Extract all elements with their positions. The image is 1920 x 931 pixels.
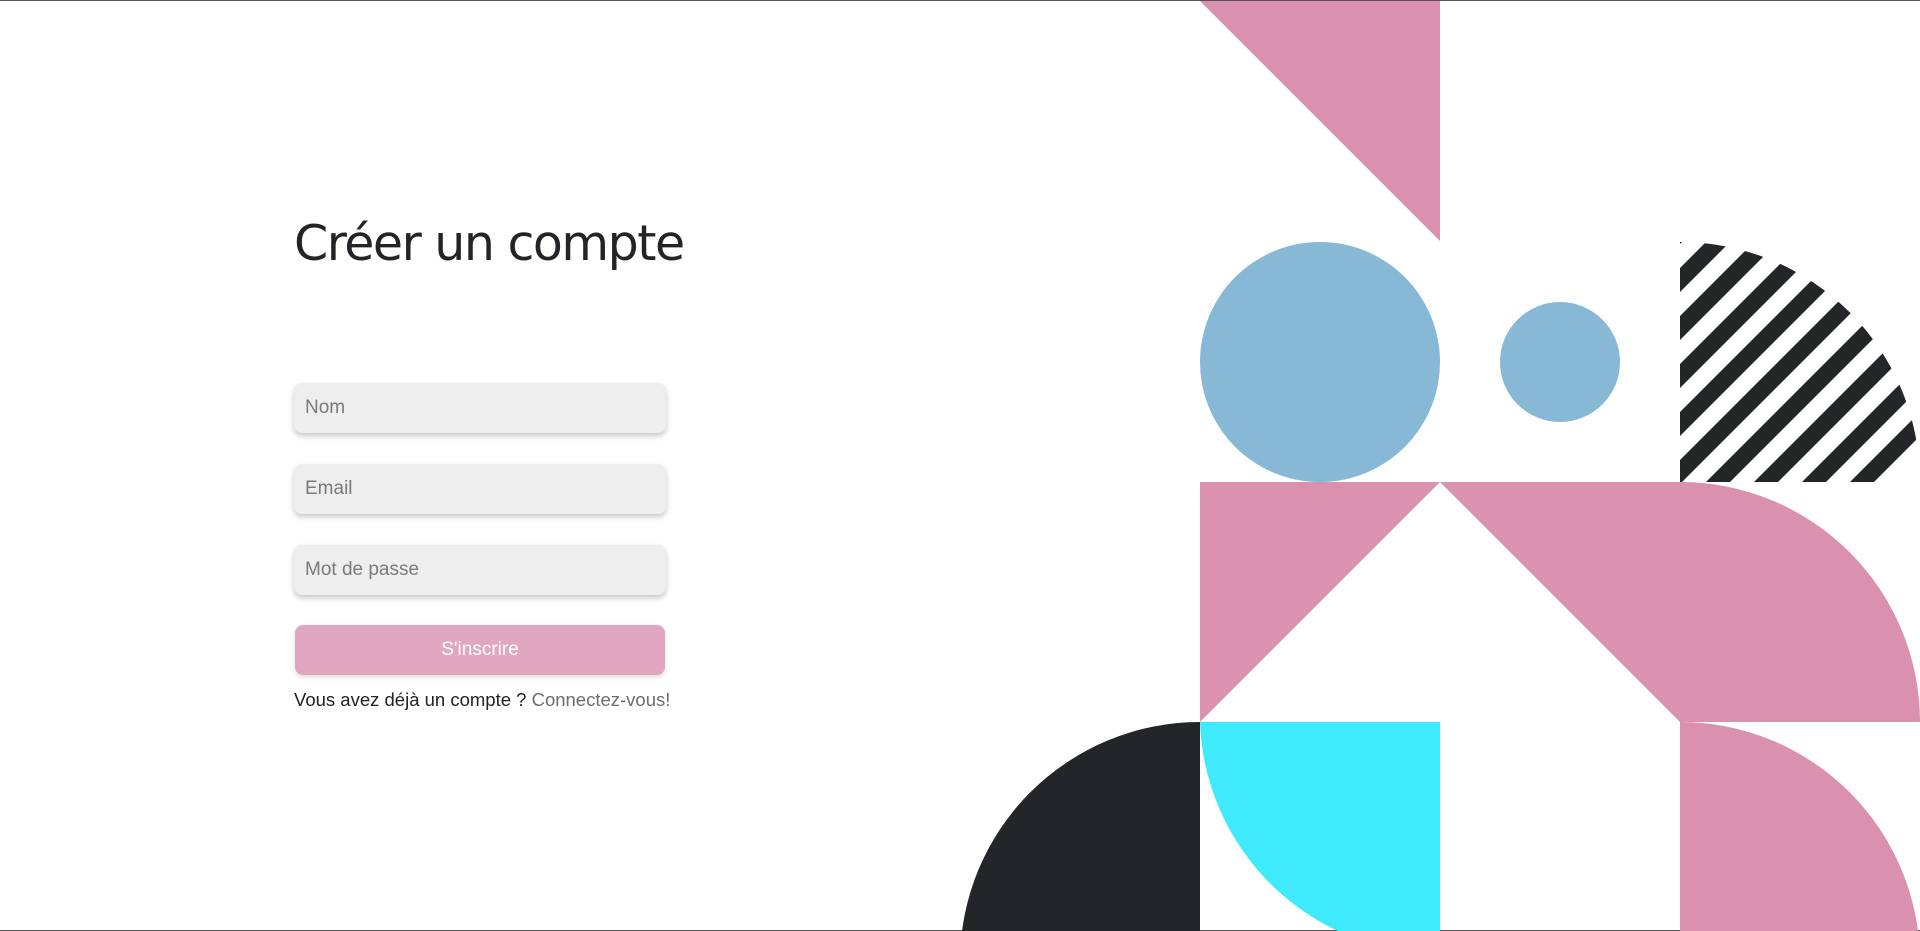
login-link[interactable]: Connectez-vous! <box>532 689 671 710</box>
geometric-illustration <box>962 1 1920 931</box>
pink-quarter-circle-right <box>1680 482 1920 722</box>
signup-button[interactable]: S'inscrire <box>295 625 665 675</box>
cyan-shape <box>1200 722 1440 931</box>
pink-quarter-circle-bottom <box>1680 722 1918 931</box>
email-field[interactable] <box>294 464 666 514</box>
password-field[interactable] <box>294 545 666 595</box>
pink-triangle-middle-left <box>1200 482 1440 722</box>
login-prompt: Vous avez déjà un compte ? Connectez-vou… <box>294 689 670 711</box>
page-title: Créer un compte <box>294 215 685 272</box>
pink-triangle-top <box>1200 1 1440 241</box>
dark-quarter-circle <box>962 722 1200 931</box>
small-blue-circle <box>1500 302 1620 422</box>
login-prompt-text: Vous avez déjà un compte ? <box>294 689 532 710</box>
pink-triangle-middle <box>1440 482 1680 722</box>
large-blue-circle <box>1200 242 1440 482</box>
name-field[interactable] <box>294 383 666 433</box>
